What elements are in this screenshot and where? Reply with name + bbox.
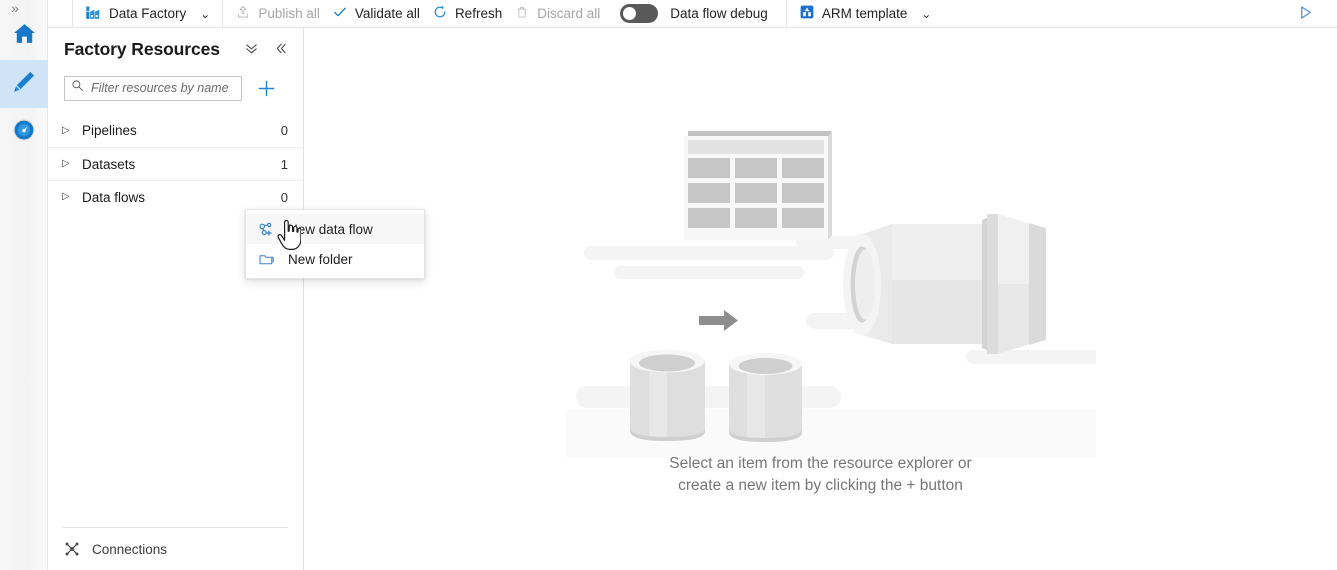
menu-item-new-folder[interactable]: New folder	[246, 244, 424, 274]
refresh-label: Refresh	[454, 6, 503, 21]
validate-all-label: Validate all	[354, 6, 420, 21]
left-nav-rail: »	[0, 0, 48, 570]
data-factory-app: » Data Factory ⌄ Publish all Validate al…	[0, 0, 1337, 570]
publish-all-button[interactable]: Publish all	[229, 0, 326, 28]
panel-header-actions	[244, 41, 288, 58]
run-button[interactable]	[1296, 3, 1337, 25]
search-input[interactable]	[89, 80, 235, 96]
product-label: Data Factory	[109, 6, 187, 21]
toggle-knob	[623, 7, 637, 20]
empty-state-line-1: Select an item from the resource explore…	[669, 455, 972, 472]
chevron-right-icon[interactable]: ▷	[62, 159, 78, 169]
validate-all-button[interactable]: Validate all	[326, 0, 426, 28]
collapse-panel-icon[interactable]	[273, 41, 288, 58]
data-flow-debug-toggle-group[interactable]: Data flow debug	[606, 0, 774, 28]
refresh-button[interactable]: Refresh	[426, 0, 508, 28]
chevron-down-icon[interactable]: ⌄	[200, 8, 210, 20]
toolbar-divider	[72, 0, 73, 28]
discard-all-label: Discard all	[537, 6, 601, 21]
tree-label: Data flows	[82, 189, 146, 205]
play-triangle-icon	[1296, 3, 1315, 25]
factory-resources-panel: Factory Resources Filter resources by na…	[48, 28, 304, 570]
panel-header: Factory Resources	[48, 28, 304, 70]
collapse-all-icon[interactable]	[244, 41, 259, 58]
tree-count: 0	[280, 189, 288, 205]
publish-all-label: Publish all	[258, 6, 320, 21]
menu-item-label: New data flow	[288, 221, 373, 237]
toolbar-divider	[785, 0, 787, 28]
checkmark-icon	[332, 4, 348, 23]
data-flow-debug-label: Data flow debug	[670, 6, 768, 21]
tree-row-pipelines[interactable]: ▷ Pipelines 0	[48, 114, 304, 147]
refresh-icon	[432, 4, 448, 23]
chevron-down-icon[interactable]: ⌄	[921, 8, 931, 20]
arm-template-icon	[799, 4, 815, 23]
tree-count: 1	[280, 156, 288, 172]
menu-item-label: New folder	[288, 251, 353, 267]
connections-icon	[64, 541, 80, 557]
tree-count: 0	[280, 123, 288, 138]
data-flow-debug-toggle[interactable]	[620, 4, 659, 23]
menu-item-new-data-flow[interactable]: New data flow	[246, 214, 424, 244]
data-factory-logo-icon	[85, 4, 102, 24]
empty-state-text: Select an item from the resource explore…	[304, 453, 1337, 497]
arm-template-label: ARM template	[821, 6, 908, 21]
gauge-monitor-icon	[12, 118, 36, 147]
home-icon	[12, 21, 37, 51]
page-title: Factory Resources	[64, 38, 220, 59]
connections-label: Connections	[92, 541, 168, 557]
filter-box[interactable]	[64, 75, 242, 101]
main-canvas: Select an item from the resource explore…	[304, 28, 1337, 570]
empty-state-line-2: create a new item by clicking the + butt…	[678, 477, 963, 494]
arm-template-menu[interactable]: ARM template ⌄	[793, 0, 938, 28]
new-resource-context-menu: New data flow New folder	[245, 209, 425, 279]
rail-item-author[interactable]	[0, 60, 48, 108]
search-icon	[71, 79, 84, 97]
filter-row	[48, 73, 304, 103]
top-toolbar: Data Factory ⌄ Publish all Validate all	[48, 0, 1337, 28]
tree-row-datasets[interactable]: ▷ Datasets 1	[48, 147, 304, 180]
tree-label: Datasets	[82, 156, 136, 172]
empty-state-illustration	[566, 118, 1101, 458]
upload-icon	[235, 4, 251, 23]
pencil-icon	[11, 69, 37, 100]
add-resource-button[interactable]	[255, 77, 277, 99]
chevron-right-icon[interactable]: ▷	[62, 192, 78, 202]
chevron-right-icon[interactable]: ▷	[62, 125, 78, 136]
tree-label: Pipelines	[82, 123, 137, 138]
rail-item-home[interactable]	[0, 12, 48, 60]
toolbar-divider	[222, 0, 224, 28]
data-flow-icon	[256, 221, 276, 238]
resource-tree: ▷ Pipelines 0 ▷ Datasets 1 ▷ Data flows …	[48, 114, 304, 213]
product-menu[interactable]: Data Factory ⌄	[79, 0, 216, 28]
folder-icon	[256, 251, 276, 268]
discard-all-button[interactable]: Discard all	[508, 0, 606, 28]
trash-icon	[514, 4, 530, 23]
connections-item[interactable]: Connections	[48, 528, 304, 570]
rail-item-monitor[interactable]	[0, 108, 48, 156]
